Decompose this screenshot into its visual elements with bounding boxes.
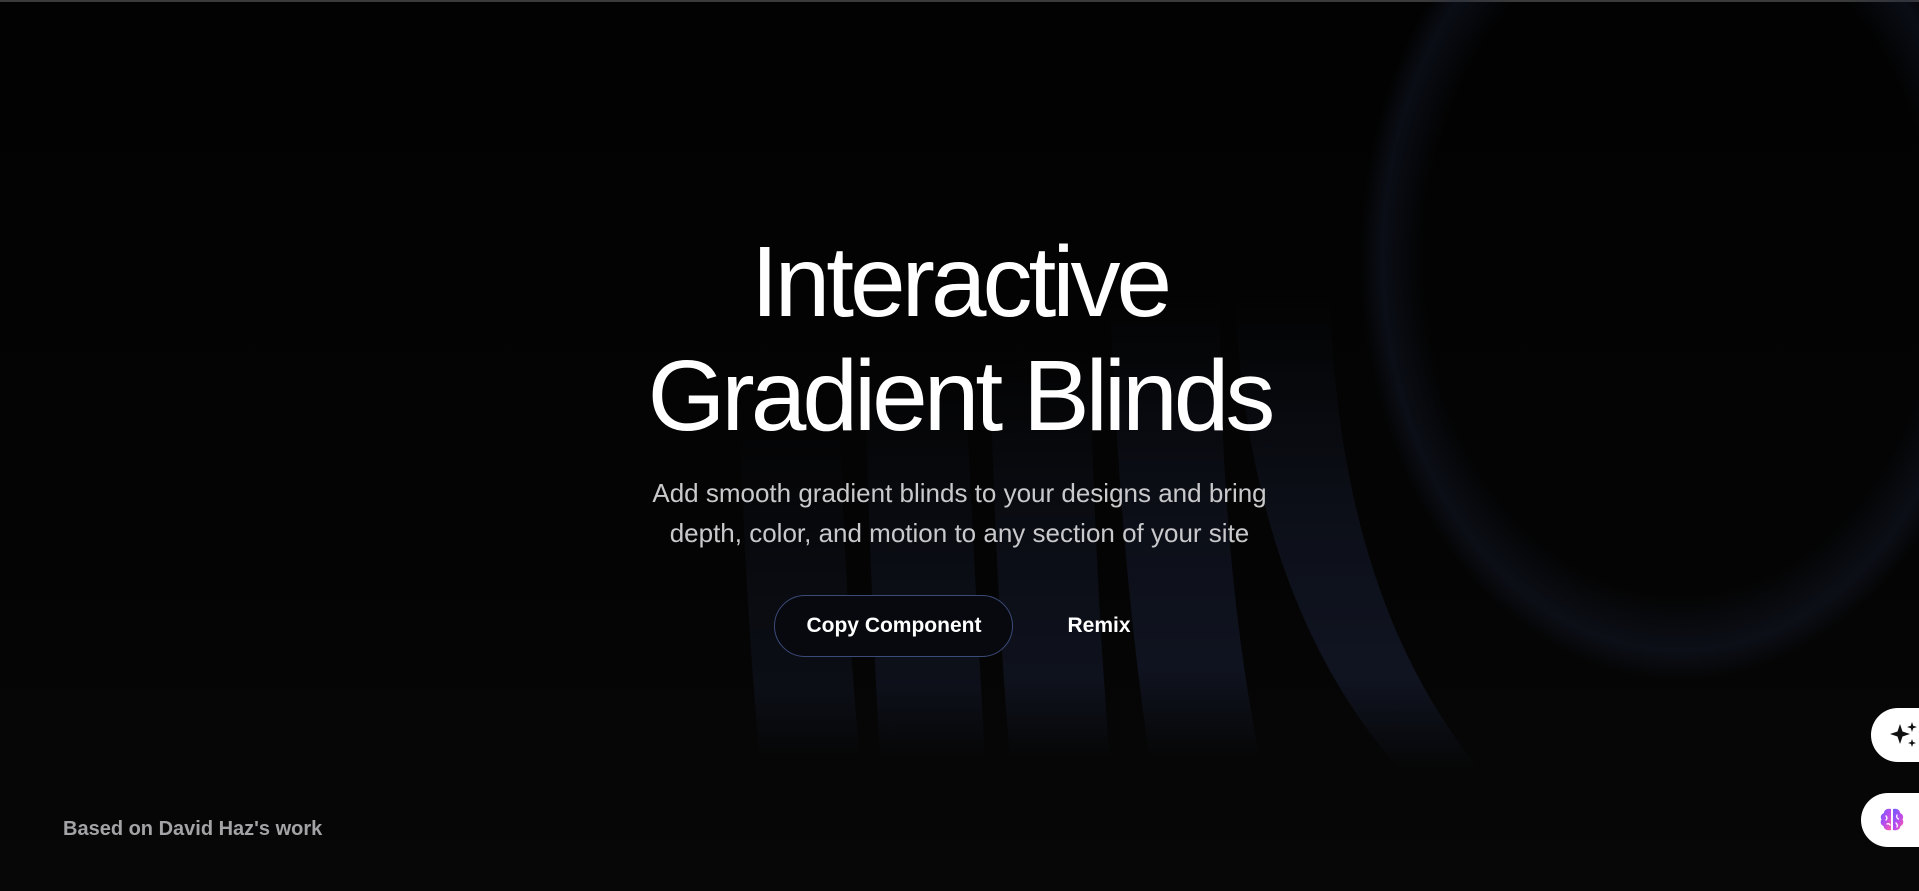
hero-subtitle-line-2: depth, color, and motion to any section … <box>669 518 1250 548</box>
hero-title: Interactive Gradient Blinds <box>0 225 1919 453</box>
hero-title-line-1: Interactive <box>750 226 1172 338</box>
page: Interactive Gradient Blinds Add smooth g… <box>0 0 1919 891</box>
hero-section: Interactive Gradient Blinds Add smooth g… <box>0 225 1919 657</box>
brain-tab[interactable] <box>1861 793 1919 847</box>
remix-button[interactable]: Remix <box>1053 614 1144 638</box>
sparkles-icon <box>1890 722 1917 747</box>
hero-subtitle-line-1: Add smooth gradient blinds to your desig… <box>652 478 1267 508</box>
hero-subtitle: Add smooth gradient blinds to your desig… <box>600 473 1320 553</box>
credit-text: Based on David Haz's work <box>63 818 323 840</box>
ai-assistant-tab[interactable] <box>1871 708 1919 762</box>
brain-icon <box>1880 808 1904 831</box>
hero-title-line-2: Gradient Blinds <box>647 340 1276 452</box>
hero-actions: Copy Component Remix <box>0 595 1919 657</box>
copy-component-button[interactable]: Copy Component <box>774 595 1014 657</box>
